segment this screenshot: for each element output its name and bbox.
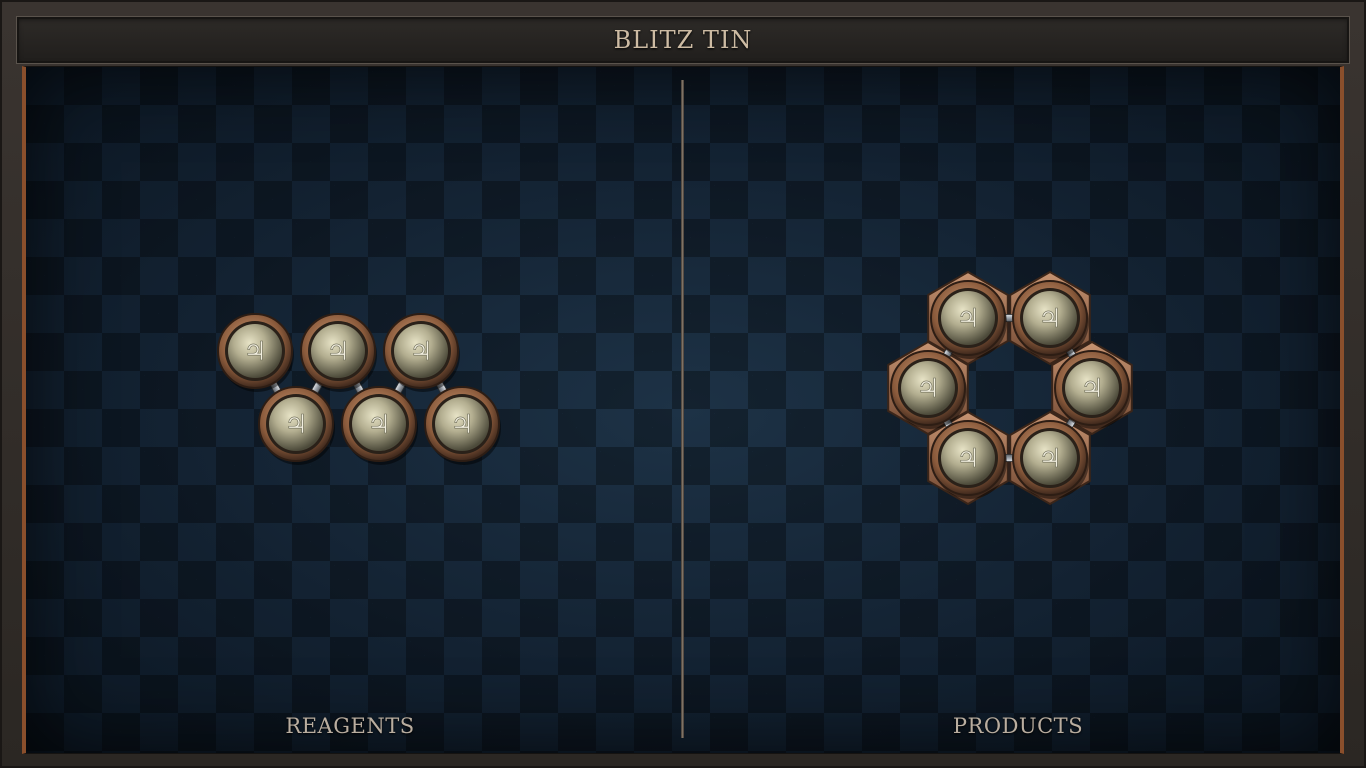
tin-symbol-icon: ♃	[1038, 444, 1061, 474]
title-bar: BLITZ TIN	[16, 16, 1350, 64]
tin-symbol-icon: ♃	[326, 337, 349, 367]
tin-symbol-icon: ♃	[367, 410, 390, 440]
puzzle-title: BLITZ TIN	[613, 26, 753, 54]
tin-symbol-icon: ♃	[916, 374, 939, 404]
products-label: PRODUCTS	[952, 714, 1084, 738]
panel-divider	[681, 80, 684, 738]
tin-symbol-icon: ♃	[956, 444, 979, 474]
tin-symbol-icon: ♃	[243, 337, 266, 367]
reagents-label: REAGENTS	[285, 714, 415, 738]
tin-symbol-icon: ♃	[450, 410, 473, 440]
tin-symbol-icon: ♃	[284, 410, 307, 440]
tin-symbol-icon: ♃	[1080, 374, 1103, 404]
tin-symbol-icon: ♃	[956, 304, 979, 334]
tin-symbol-icon: ♃	[1038, 304, 1061, 334]
tin-symbol-icon: ♃	[409, 337, 432, 367]
